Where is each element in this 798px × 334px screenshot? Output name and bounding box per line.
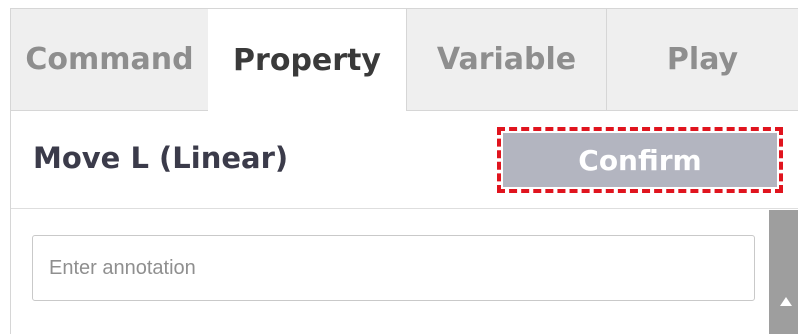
command-title: Move L (Linear)	[33, 141, 289, 175]
annotation-input[interactable]	[32, 235, 755, 301]
tab-property[interactable]: Property	[208, 9, 406, 111]
tab-variable[interactable]: Variable	[406, 9, 606, 111]
property-panel: Command Property Variable Play Move L (L…	[10, 8, 798, 334]
confirm-button-label: Confirm	[578, 143, 702, 177]
property-header: Move L (Linear) Confirm	[11, 111, 798, 209]
tab-play[interactable]: Play	[606, 9, 798, 111]
tab-variable-label: Variable	[436, 42, 577, 77]
tab-command[interactable]: Command	[11, 9, 208, 111]
tab-bar: Command Property Variable Play	[11, 9, 798, 111]
tab-play-label: Play	[666, 42, 739, 77]
triangle-up-icon[interactable]	[780, 297, 792, 306]
tab-command-label: Command	[25, 42, 194, 77]
scrollbar[interactable]	[769, 210, 798, 334]
confirm-button[interactable]: Confirm	[503, 133, 777, 187]
tab-property-label: Property	[233, 42, 381, 78]
